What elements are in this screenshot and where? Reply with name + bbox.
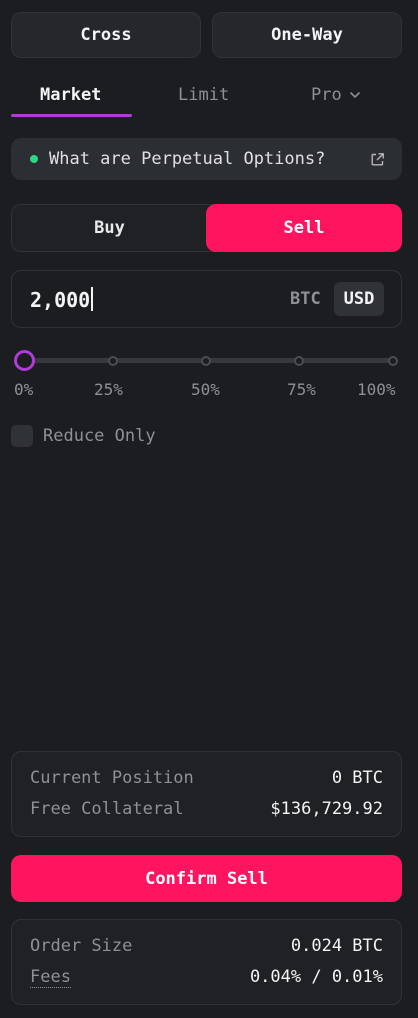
slider-thumb[interactable] (14, 350, 35, 371)
slider-label-50: 50% (191, 380, 220, 399)
slider-label-25: 25% (94, 380, 123, 399)
buy-sell-toggle: Buy Sell (11, 204, 402, 252)
tab-pro-label: Pro (311, 85, 342, 105)
text-caret (91, 287, 94, 311)
status-dot (30, 155, 38, 163)
active-tab-indicator (11, 114, 132, 117)
position-mode-button[interactable]: One-Way (212, 12, 402, 58)
unit-btc-toggle[interactable]: BTC (290, 289, 321, 309)
current-position-value: 0 BTC (331, 768, 383, 788)
checkbox-box[interactable] (11, 425, 33, 447)
perpetual-options-info-link[interactable]: What are Perpetual Options? (11, 138, 402, 180)
order-type-tabs: Market Limit Pro (11, 74, 402, 118)
buy-button[interactable]: Buy (12, 205, 207, 251)
tab-limit[interactable]: Limit (178, 80, 229, 110)
current-position-row: Current Position 0 BTC (30, 768, 383, 788)
slider-label-0: 0% (14, 380, 34, 399)
order-summary: Order Size 0.024 BTC Fees 0.04% / 0.01% (11, 919, 402, 1005)
reduce-only-label: Reduce Only (43, 426, 156, 446)
slider-tick-75[interactable] (294, 356, 304, 366)
chevron-down-icon (349, 92, 360, 99)
fees-value: 0.04% / 0.01% (249, 967, 383, 987)
order-size-value: 0.024 BTC (290, 936, 383, 956)
amount-value[interactable]: 2,000 (30, 287, 94, 312)
slider-label-75: 75% (287, 380, 316, 399)
confirm-sell-button[interactable]: Confirm Sell (11, 855, 402, 902)
external-link-icon (371, 153, 384, 166)
unit-usd-toggle[interactable]: USD (334, 282, 384, 316)
slider-label-100: 100% (357, 380, 396, 399)
tab-pro[interactable]: Pro (311, 80, 361, 110)
fees-label[interactable]: Fees (30, 967, 71, 988)
free-collateral-label: Free Collateral (30, 799, 184, 819)
info-banner-text: What are Perpetual Options? (49, 149, 326, 169)
free-collateral-value: $136,729.92 (270, 799, 383, 819)
slider-tick-50[interactable] (201, 356, 211, 366)
slider-tick-100[interactable] (388, 356, 398, 366)
slider-tick-25[interactable] (108, 356, 118, 366)
current-position-label: Current Position (30, 768, 194, 788)
amount-text: 2,000 (30, 288, 91, 312)
amount-input[interactable]: 2,000 BTC USD (11, 270, 402, 328)
free-collateral-row: Free Collateral $136,729.92 (30, 799, 383, 819)
position-summary: Current Position 0 BTC Free Collateral $… (11, 751, 402, 837)
sell-button[interactable]: Sell (206, 204, 402, 252)
order-size-label: Order Size (30, 936, 133, 956)
margin-mode-cross-button[interactable]: Cross (11, 12, 201, 58)
size-slider[interactable] (14, 348, 400, 374)
tab-market[interactable]: Market (40, 80, 101, 110)
fees-row: Fees 0.04% / 0.01% (30, 967, 383, 988)
reduce-only-checkbox[interactable]: Reduce Only (11, 425, 156, 447)
order-size-row: Order Size 0.024 BTC (30, 936, 383, 956)
